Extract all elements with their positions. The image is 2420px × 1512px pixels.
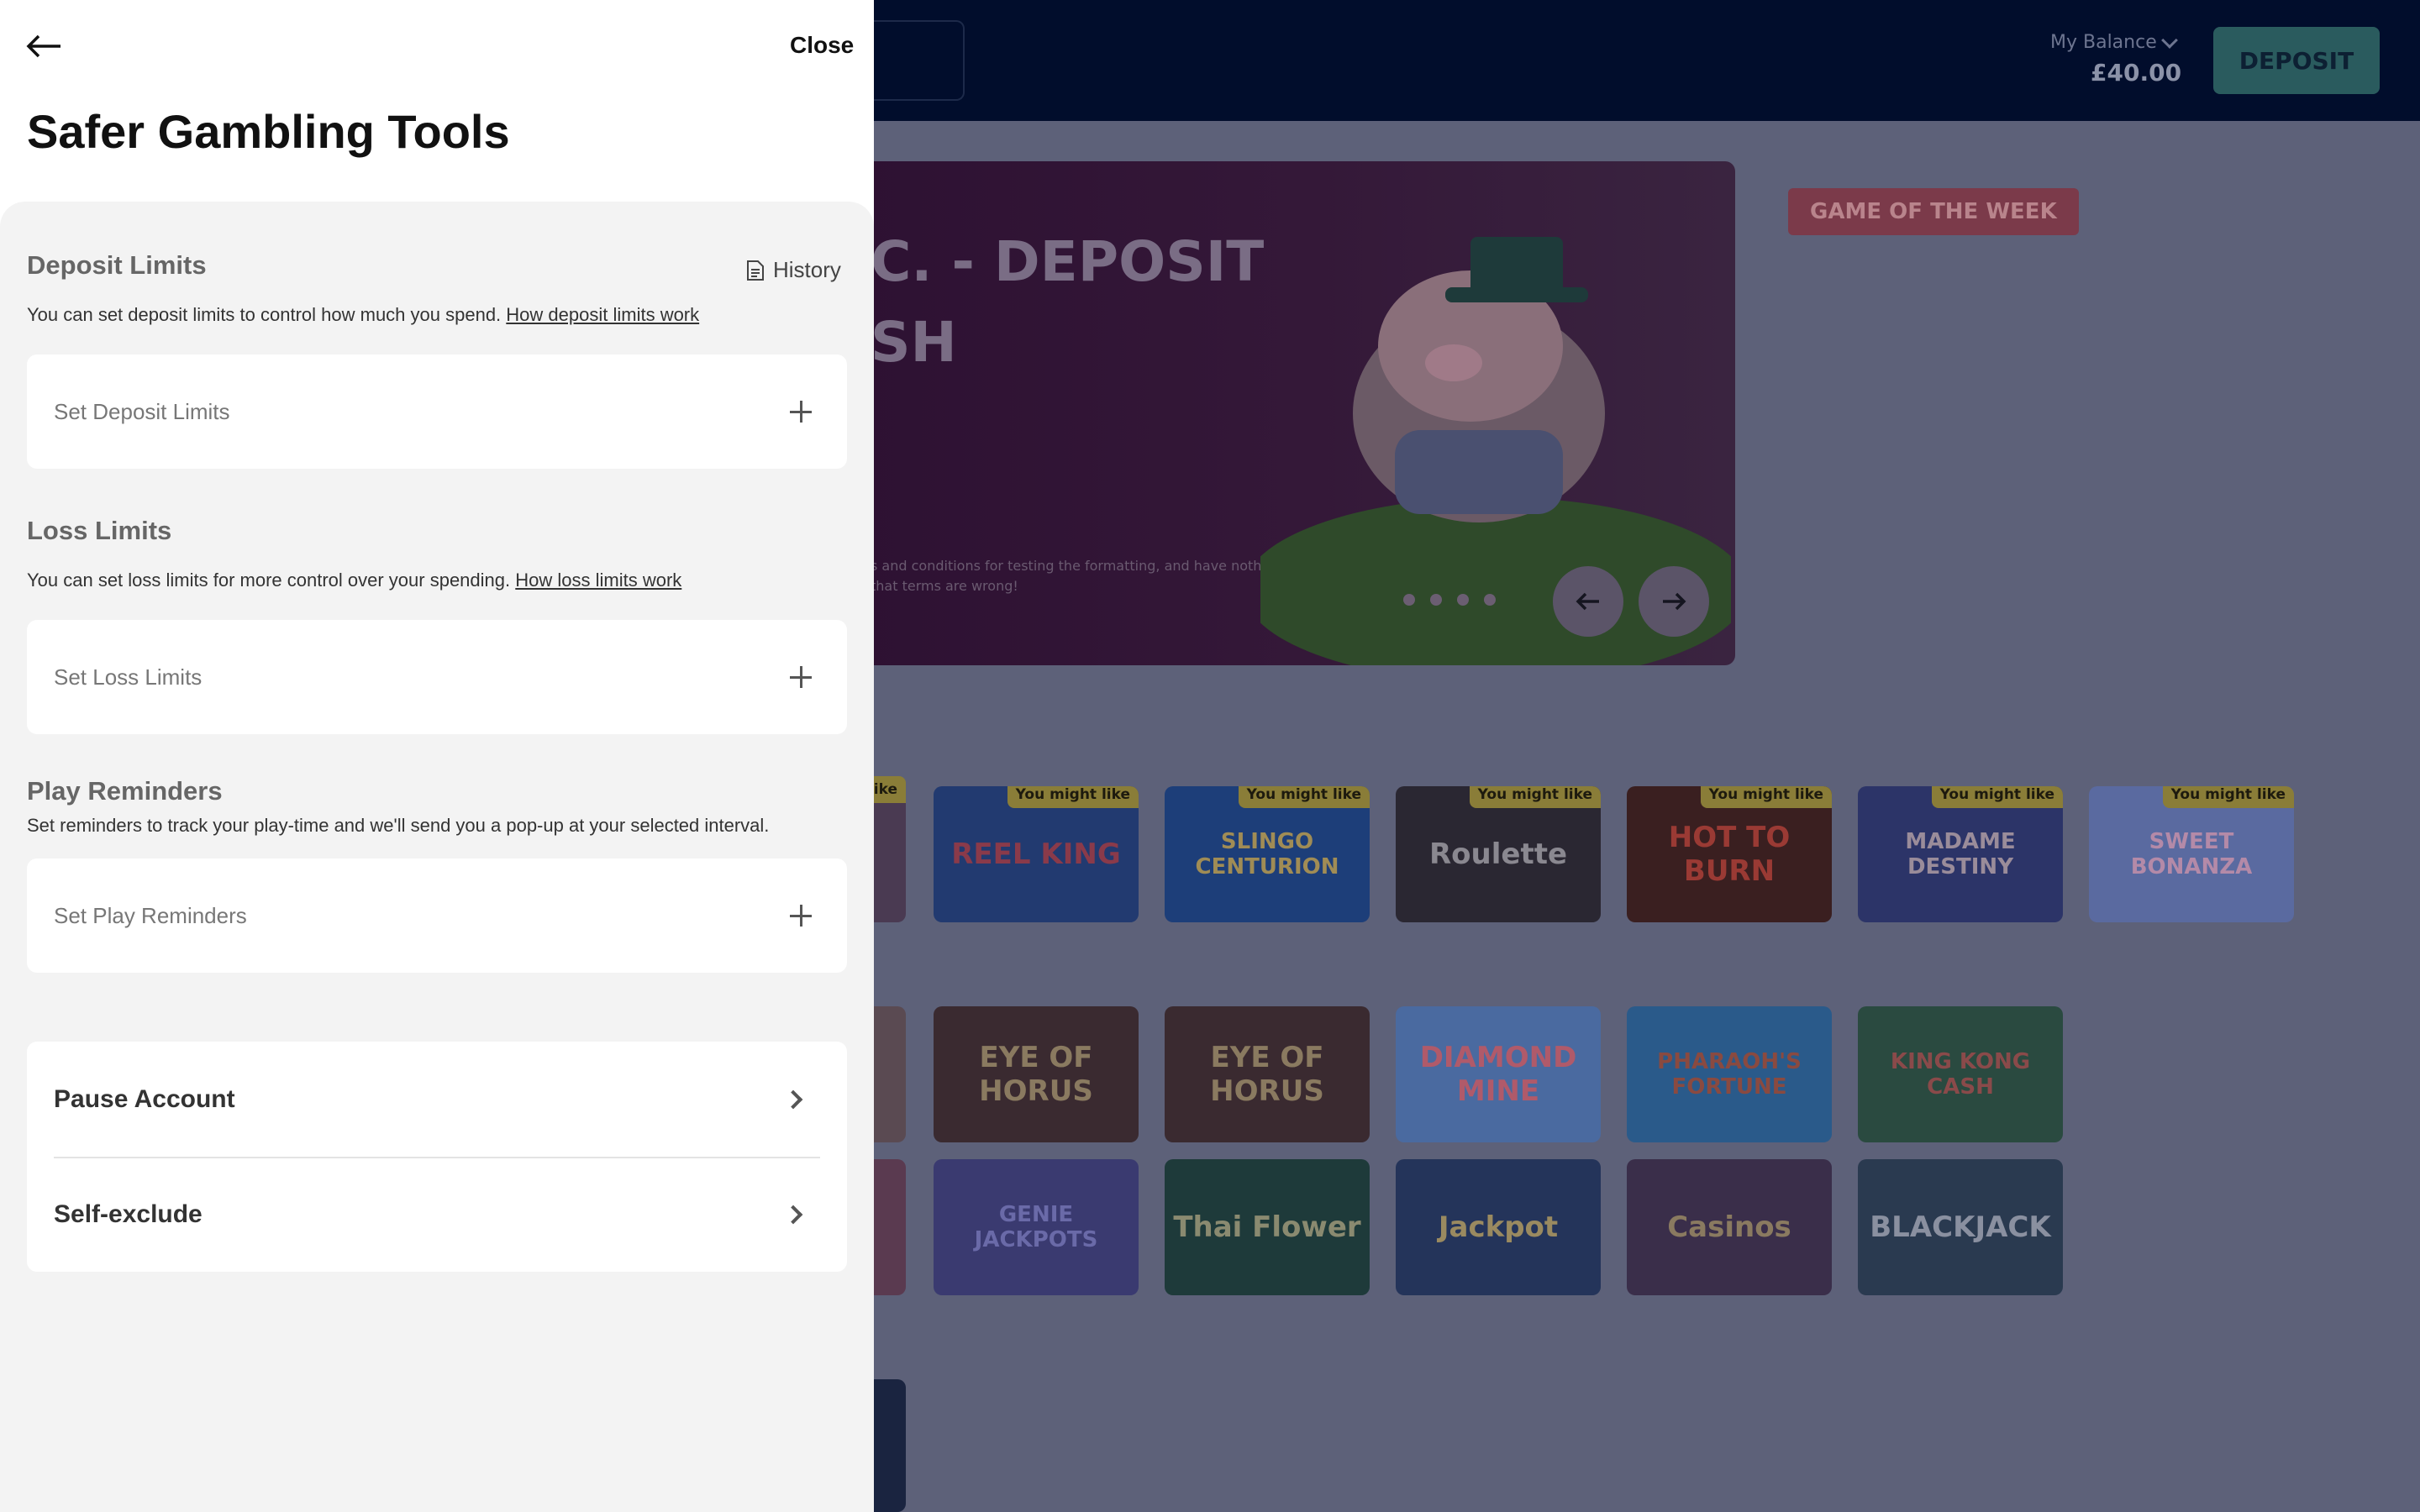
- set-loss-limits-button[interactable]: Set Loss Limits: [27, 620, 847, 734]
- game-tile[interactable]: Jackpot: [1396, 1159, 1601, 1295]
- game-tile-name: PHARAOH'S FORTUNE: [1657, 1049, 1802, 1100]
- deposit-desc-text: You can set deposit limits to control ho…: [27, 304, 502, 325]
- you-might-like-badge: You might like: [1469, 786, 1601, 808]
- self-exclude-row[interactable]: Self-exclude: [54, 1157, 820, 1272]
- balance-label: My Balance: [2050, 32, 2157, 53]
- set-play-reminders-label: Set Play Reminders: [54, 902, 247, 928]
- carousel-dot[interactable]: [1430, 594, 1442, 606]
- history-label: History: [773, 257, 841, 282]
- loss-desc-text: You can set loss limits for more control…: [27, 570, 511, 591]
- arrow-right-icon: [1663, 592, 1686, 611]
- deposit-limits-description: You can set deposit limits to control ho…: [27, 304, 699, 326]
- carousel-prev-button[interactable]: [1553, 566, 1623, 637]
- you-might-like-badge: You might like: [2162, 786, 2294, 808]
- game-tile-name: DIAMOND MINE: [1419, 1041, 1577, 1108]
- chevron-down-icon: [2160, 31, 2178, 49]
- game-tile-name: EYE OF HORUS: [979, 1041, 1093, 1108]
- plus-icon: [790, 905, 812, 927]
- arrow-left-icon: [1576, 592, 1599, 611]
- history-link[interactable]: History: [746, 257, 841, 283]
- page-title: Safer Gambling Tools: [27, 105, 510, 158]
- how-deposit-limits-link[interactable]: How deposit limits work: [506, 304, 699, 325]
- game-tile[interactable]: HOT TO BURN You might like: [1627, 786, 1832, 922]
- game-tile-name: SWEET BONANZA: [2130, 829, 2253, 879]
- game-tile[interactable]: Thai Flower: [1165, 1159, 1370, 1295]
- you-might-like-badge: You might like: [1238, 786, 1370, 808]
- set-deposit-limits-label: Set Deposit Limits: [54, 398, 230, 424]
- game-tile[interactable]: SLINGO CENTURION You might like: [1165, 786, 1370, 922]
- pause-account-label: Pause Account: [54, 1084, 235, 1113]
- balance-value: £40.00: [2091, 59, 2182, 87]
- game-tile-name: Casinos: [1667, 1210, 1791, 1244]
- game-tile[interactable]: KING KONG CASH: [1858, 1006, 2063, 1142]
- carousel-dots[interactable]: [1403, 594, 1496, 606]
- game-tile-name: Thai Flower: [1173, 1210, 1361, 1244]
- hero-title: C. - DEPOSIT SH: [871, 229, 1265, 375]
- pause-account-row[interactable]: Pause Account: [54, 1042, 820, 1157]
- loss-limits-description: You can set loss limits for more control…: [27, 570, 681, 591]
- game-tile-name: GENIE JACKPOTS: [974, 1202, 1098, 1252]
- game-tile-name: EYE OF HORUS: [1210, 1041, 1324, 1108]
- game-tile-name: BLACKJACK: [1870, 1210, 2051, 1244]
- play-reminders-heading: Play Reminders: [27, 776, 223, 806]
- close-button[interactable]: Close: [790, 32, 854, 59]
- game-tile[interactable]: Roulette You might like: [1396, 786, 1601, 922]
- carousel-next-button[interactable]: [1639, 566, 1709, 637]
- plus-icon: [790, 666, 812, 688]
- set-play-reminders-button[interactable]: Set Play Reminders: [27, 858, 847, 973]
- game-tile[interactable]: Casinos: [1627, 1159, 1832, 1295]
- game-tile-name: REEL KING: [951, 837, 1121, 871]
- game-tile[interactable]: EYE OF HORUS: [1165, 1006, 1370, 1142]
- you-might-like-badge: You might like: [1007, 786, 1139, 808]
- game-tile-name: HOT TO BURN: [1668, 821, 1791, 888]
- game-tile[interactable]: REEL KING You might like: [934, 786, 1139, 922]
- game-tile[interactable]: PHARAOH'S FORTUNE: [1627, 1006, 1832, 1142]
- game-tile-name: Roulette: [1428, 837, 1568, 871]
- game-tile[interactable]: MADAME DESTINY You might like: [1858, 786, 2063, 922]
- account-actions-card: Pause Account Self-exclude: [27, 1042, 847, 1272]
- chevron-right-icon: [783, 1205, 803, 1224]
- header-deposit-button[interactable]: DEPOSIT: [2213, 27, 2380, 94]
- carousel-dot[interactable]: [1457, 594, 1469, 606]
- deposit-limits-heading: Deposit Limits: [27, 250, 207, 280]
- play-reminders-description: Set reminders to track your play-time an…: [27, 815, 770, 836]
- game-tile[interactable]: SWEET BONANZA You might like: [2089, 786, 2294, 922]
- set-deposit-limits-button[interactable]: Set Deposit Limits: [27, 354, 847, 469]
- plus-icon: [790, 401, 812, 423]
- game-of-the-week-label: GAME OF THE WEEK: [1788, 188, 2079, 235]
- set-loss-limits-label: Set Loss Limits: [54, 664, 203, 690]
- arrow-left-icon: [26, 34, 60, 57]
- back-button[interactable]: [24, 32, 64, 62]
- carousel-dot[interactable]: [1484, 594, 1496, 606]
- game-tile[interactable]: DIAMOND MINE: [1396, 1006, 1601, 1142]
- loss-limits-heading: Loss Limits: [27, 516, 172, 545]
- game-tile-name: Jackpot: [1438, 1210, 1559, 1244]
- game-tile[interactable]: EYE OF HORUS: [934, 1006, 1139, 1142]
- balance-toggle[interactable]: My Balance: [2050, 31, 2178, 53]
- you-might-like-badge: You might like: [1931, 786, 2063, 808]
- carousel-dot[interactable]: [1403, 594, 1415, 606]
- document-icon: [747, 260, 764, 281]
- how-loss-limits-link[interactable]: How loss limits work: [515, 570, 681, 591]
- game-tile-name: KING KONG CASH: [1890, 1049, 2031, 1100]
- self-exclude-label: Self-exclude: [54, 1200, 203, 1228]
- you-might-like-badge: You might like: [1700, 786, 1832, 808]
- safer-gambling-drawer: Close Safer Gambling Tools Deposit Limit…: [0, 0, 874, 1512]
- game-tile[interactable]: BLACKJACK: [1858, 1159, 2063, 1295]
- game-tile-name: MADAME DESTINY: [1905, 829, 2016, 879]
- game-tile[interactable]: GENIE JACKPOTS: [934, 1159, 1139, 1295]
- chevron-right-icon: [783, 1089, 803, 1109]
- game-tile-name: SLINGO CENTURION: [1195, 829, 1339, 879]
